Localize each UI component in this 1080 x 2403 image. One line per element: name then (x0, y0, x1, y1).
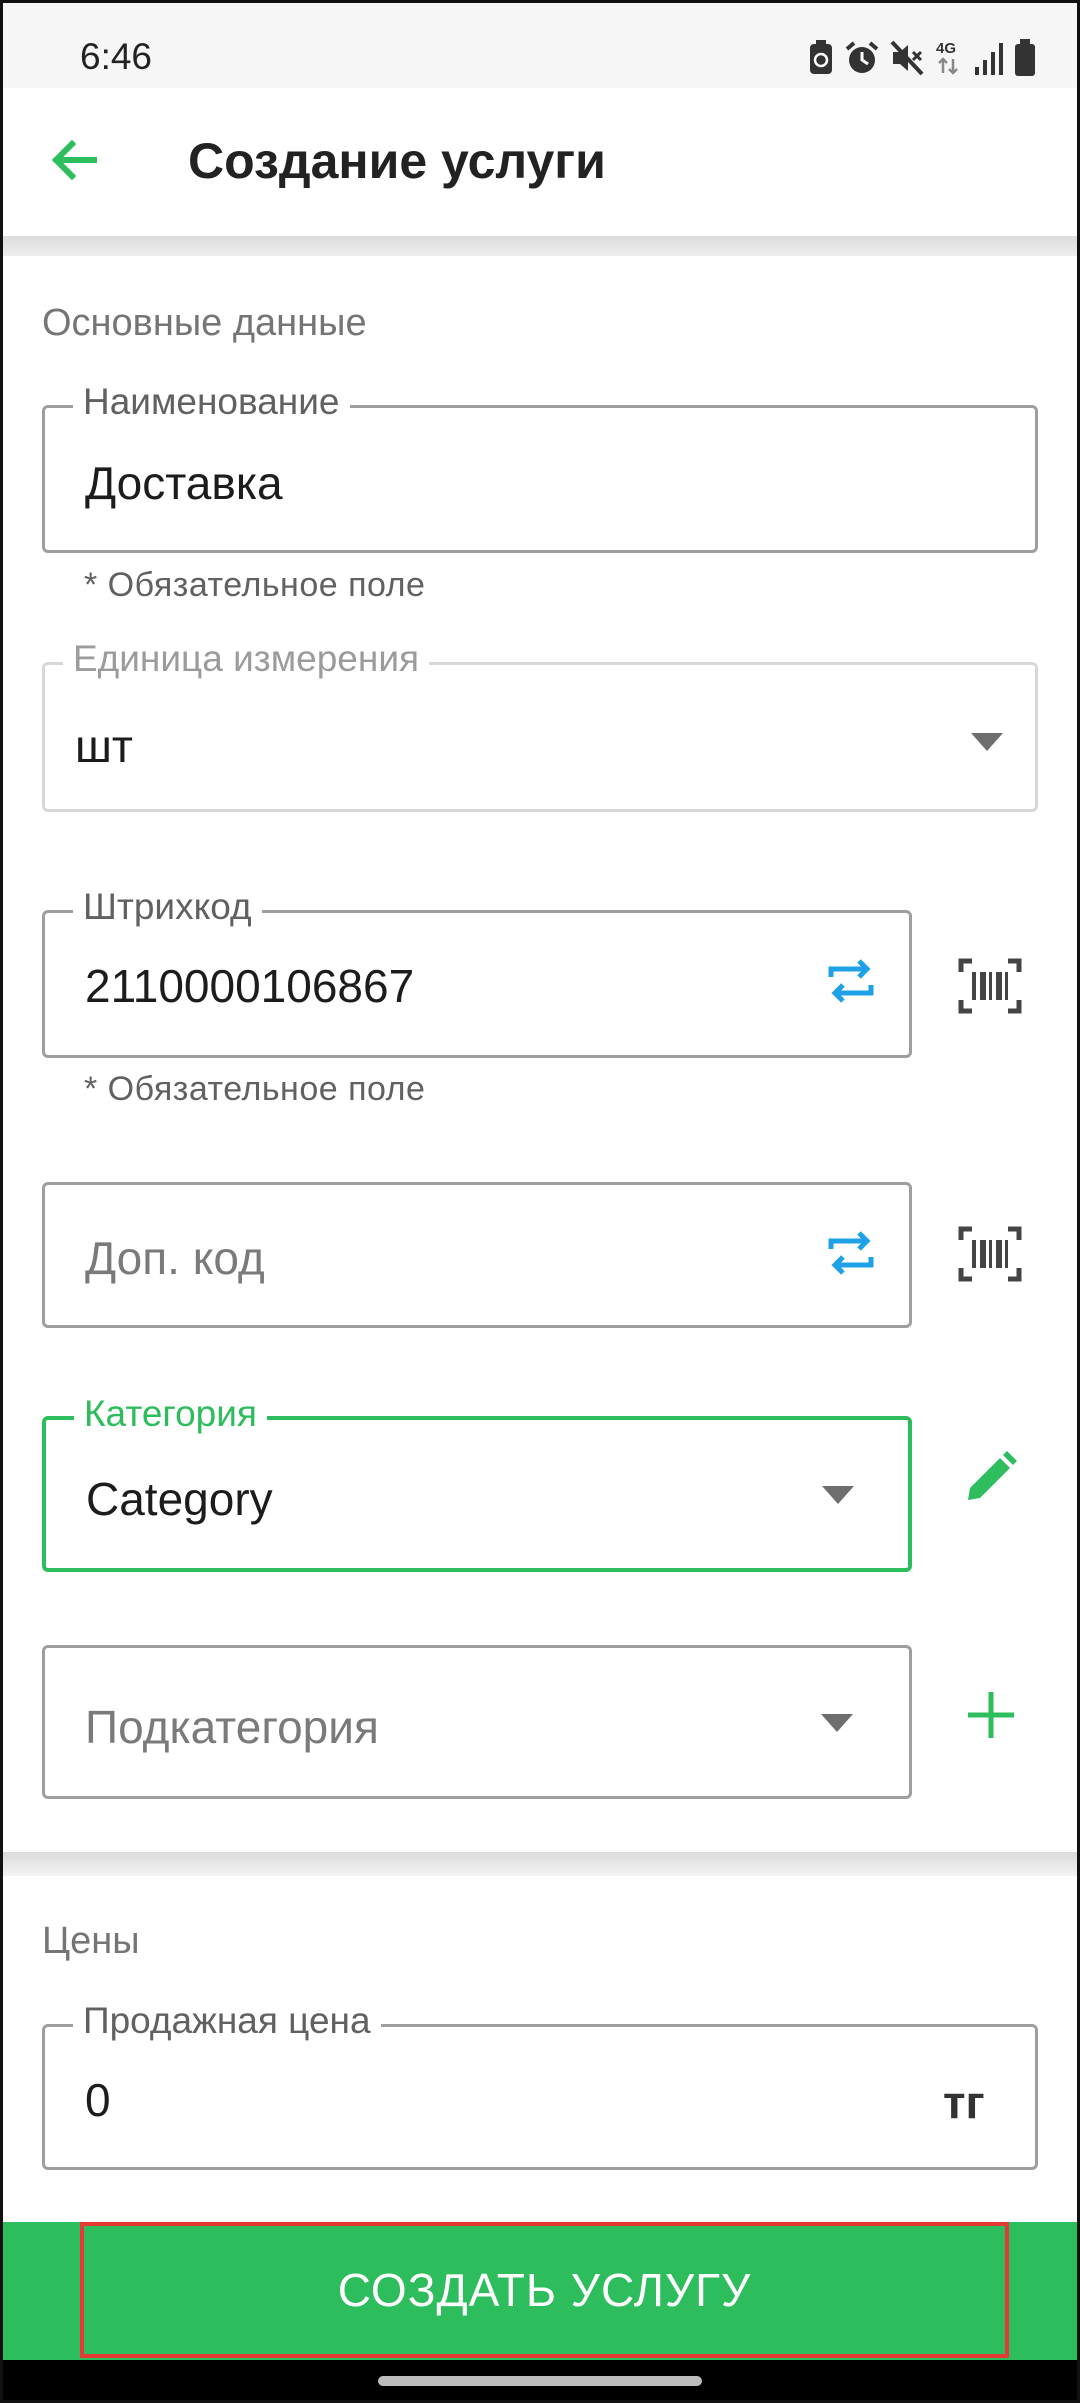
sale-price-value: 0 (85, 2074, 111, 2126)
section-label-basic: Основные данные (42, 302, 367, 344)
unit-select[interactable]: Единица измерения шт (42, 639, 1038, 812)
name-required-hint: * Обязательное поле (84, 566, 426, 604)
signal-icon (975, 43, 1003, 75)
chevron-down-icon (822, 1486, 854, 1504)
status-time: 6:46 (80, 36, 153, 77)
app-bar-shadow (0, 236, 1080, 256)
subcategory-select[interactable]: Подкатегория (42, 1645, 912, 1799)
network-4g-icon: 4G (936, 40, 958, 75)
generate-code-icon[interactable] (823, 1225, 879, 1281)
name-field-label: Наименование (73, 382, 350, 422)
extra-code-placeholder: Доп. код (85, 1232, 265, 1284)
barcode-field-label: Штрихкод (73, 887, 262, 927)
home-indicator[interactable] (378, 2376, 702, 2386)
subcategory-placeholder: Подкатегория (85, 1701, 379, 1753)
category-select-value: Category (86, 1473, 273, 1525)
chevron-down-icon (821, 1714, 853, 1732)
navigation-bar (0, 2360, 1080, 2400)
name-field[interactable]: Наименование Доставка (42, 382, 1038, 553)
extra-code-field[interactable]: Доп. код (42, 1182, 912, 1328)
sale-price-label: Продажная цена (73, 2001, 381, 2041)
battery-icon (1015, 39, 1035, 76)
section-divider (0, 1852, 1080, 1876)
unit-select-label: Единица измерения (63, 639, 430, 679)
edit-category-icon[interactable] (962, 1450, 1018, 1506)
category-select-label: Категория (74, 1394, 267, 1434)
unit-select-value: шт (75, 720, 133, 772)
add-subcategory-icon[interactable] (966, 1690, 1016, 1740)
barcode-scan-icon[interactable] (958, 958, 1022, 1014)
currency-suffix: тг (943, 2076, 985, 2128)
app-bar: Создание услуги (0, 88, 1080, 236)
barcode-scan-icon[interactable] (958, 1226, 1022, 1282)
status-icons: 4G (808, 38, 1036, 78)
status-bar: 6:46 4G (0, 0, 1080, 88)
name-field-value: Доставка (85, 457, 283, 509)
barcode-field-value: 2110000106867 (85, 960, 415, 1012)
barcode-field[interactable]: Штрихкод 2110000106867 (42, 887, 912, 1058)
arrow-back-icon (51, 139, 97, 181)
battery-saver-icon (810, 40, 832, 74)
generate-barcode-icon[interactable] (823, 953, 879, 1009)
create-service-button[interactable]: СОЗДАТЬ УСЛУГУ (80, 2222, 1009, 2358)
alarm-icon (845, 41, 879, 73)
network-label: 4G (936, 40, 956, 57)
category-select[interactable]: Категория Category (42, 1394, 912, 1572)
barcode-required-hint: * Обязательное поле (84, 1070, 426, 1108)
sale-price-field[interactable]: Продажная цена 0 тг (42, 2001, 1038, 2170)
section-label-prices: Цены (42, 1920, 140, 1962)
mute-icon (890, 40, 924, 76)
chevron-down-icon (971, 733, 1003, 751)
page-title: Создание услуги (188, 133, 606, 189)
back-button[interactable] (44, 130, 104, 190)
